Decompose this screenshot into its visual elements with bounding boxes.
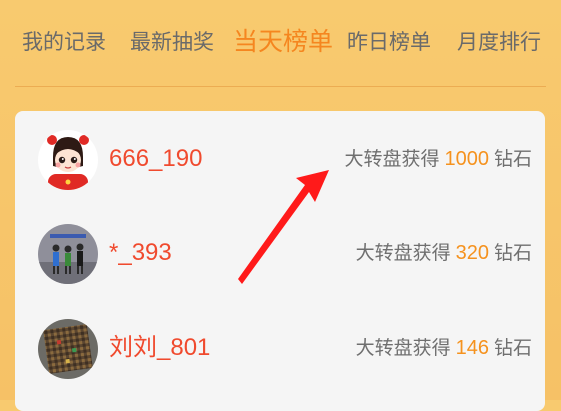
ranking-list: 666_190 大转盘获得 1000 钻石 *_393 大转盘获得 320 钻石…: [15, 111, 545, 411]
tab-yesterday-ranking[interactable]: 昨日榜单: [347, 27, 431, 57]
username: 666_190: [109, 145, 203, 172]
prize-label: 大转盘获得: [355, 242, 451, 264]
tab-my-records[interactable]: 我的记录: [22, 27, 106, 57]
prize-info: 大转盘获得 146 钻石: [356, 335, 532, 361]
ranking-tabs: 我的记录 最新抽奖 当天榜单 昨日榜单 月度排行: [0, 0, 561, 84]
avatar: [38, 224, 98, 284]
prize-info: 大转盘获得 320 钻石: [356, 240, 532, 266]
prize-label: 大转盘获得: [344, 148, 440, 170]
prize-amount: 146: [455, 337, 489, 359]
prize-unit: 钻石: [493, 242, 532, 264]
username: 刘刘_801: [109, 334, 211, 361]
tab-today-ranking[interactable]: 当天榜单: [233, 25, 333, 59]
username: *_393: [109, 239, 172, 266]
prize-unit: 钻石: [493, 148, 532, 170]
prize-label: 大转盘获得: [355, 337, 451, 359]
avatar: [38, 319, 98, 379]
tab-monthly-ranking[interactable]: 月度排行: [457, 27, 541, 57]
avatar: [38, 130, 98, 190]
tab-latest-draws[interactable]: 最新抽奖: [130, 27, 214, 57]
prize-info: 大转盘获得 1000 钻石: [344, 146, 532, 172]
tabs-divider: [15, 86, 546, 87]
prize-amount: 320: [455, 242, 489, 264]
list-item: 刘刘_801 大转盘获得 146 钻石: [15, 319, 545, 409]
list-item: *_393 大转盘获得 320 钻石: [15, 224, 545, 314]
list-item: 666_190 大转盘获得 1000 钻石: [15, 130, 545, 220]
prize-unit: 钻石: [493, 337, 532, 359]
prize-amount: 1000: [444, 148, 489, 170]
